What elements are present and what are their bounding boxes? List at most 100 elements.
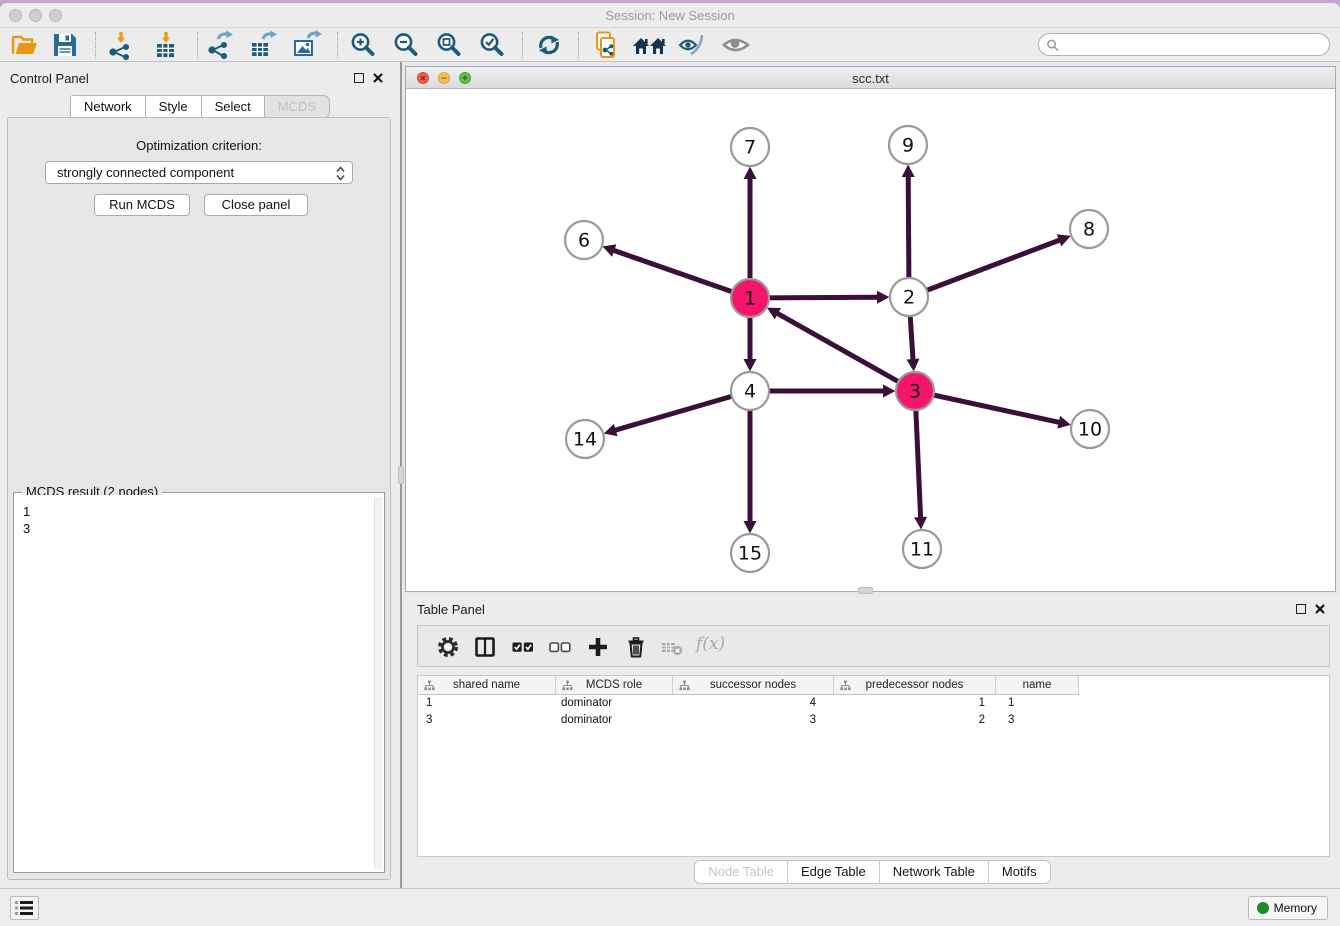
column-header-predecessor-nodes[interactable]: predecessor nodes (834, 676, 996, 695)
table-row[interactable]: 1 dominator 4 1 1 (418, 695, 1329, 712)
network-view-window: scc.txt 7968124314101511 (405, 66, 1336, 592)
cell-shared-name[interactable]: 3 (418, 712, 556, 729)
search-input[interactable] (1063, 35, 1321, 54)
control-panel: Control Panel NetworkStyleSelectMCDS Opt… (0, 62, 402, 888)
network-canvas[interactable]: 7968124314101511 (406, 89, 1335, 592)
column-header-name[interactable]: name (996, 676, 1079, 695)
run-mcds-button[interactable]: Run MCDS (94, 194, 190, 216)
edge-arrowhead (744, 521, 757, 534)
add-row-icon[interactable] (586, 635, 610, 659)
edge-2-8[interactable] (909, 240, 1061, 297)
edge-arrowhead (902, 164, 915, 177)
graph-node-label: 15 (738, 543, 762, 565)
vertical-splitter-handle[interactable] (398, 466, 404, 484)
tab-node-table[interactable]: Node Table (695, 861, 787, 883)
show-columns-icon[interactable] (473, 635, 497, 659)
task-history-button[interactable] (10, 896, 39, 920)
cell-successor-nodes[interactable]: 4 (673, 695, 834, 712)
select-all-checkboxes-icon[interactable] (511, 635, 535, 659)
refresh-view-icon[interactable] (534, 30, 564, 60)
cell-successor-nodes[interactable]: 3 (673, 712, 834, 729)
cell-mcds-role[interactable]: dominator (556, 712, 673, 729)
export-table-icon[interactable] (248, 30, 278, 60)
column-header-mcds-role[interactable]: MCDS role (556, 676, 673, 695)
zoom-selected-icon[interactable] (477, 30, 507, 60)
home-layout-icon[interactable] (632, 30, 668, 60)
tab-motifs[interactable]: Motifs (988, 861, 1050, 883)
mcds-result-group: MCDS result (2 nodes) 1 3 (13, 492, 385, 873)
column-header-shared-name[interactable]: shared name (418, 676, 556, 695)
float-panel-icon[interactable] (354, 73, 364, 83)
optimization-criterion-select[interactable]: strongly connected component (45, 161, 353, 184)
cell-name[interactable]: 3 (996, 712, 1079, 729)
select-stepper-icon (336, 165, 345, 182)
delete-rows-trash-icon[interactable] (624, 635, 648, 659)
duplicate-network-icon[interactable] (591, 30, 621, 60)
result-scrollbar[interactable] (374, 497, 382, 869)
optimization-criterion-value: strongly connected component (57, 165, 234, 180)
column-header-successor-nodes[interactable]: successor nodes (673, 676, 834, 695)
main-titlebar: Session: New Session (0, 3, 1340, 28)
network-view-title: scc.txt (406, 71, 1335, 86)
tab-edge-table[interactable]: Edge Table (787, 861, 879, 883)
zoom-out-icon[interactable] (391, 30, 421, 60)
tab-network[interactable]: Network (70, 95, 145, 119)
edge-arrowhead (883, 385, 896, 398)
edge-3-10[interactable] (915, 391, 1061, 423)
graph-node-label: 4 (744, 381, 756, 403)
save-session-icon[interactable] (50, 30, 80, 60)
tab-select[interactable]: Select (201, 95, 264, 119)
toolbar-separator (578, 32, 579, 58)
import-table-icon[interactable] (151, 30, 181, 60)
horizontal-splitter-handle[interactable] (858, 587, 873, 594)
edge-3-1[interactable] (776, 313, 915, 391)
export-image-icon[interactable] (292, 30, 322, 60)
tree-icon (679, 680, 690, 691)
toolbar-separator (337, 32, 338, 58)
open-session-icon[interactable] (9, 30, 39, 60)
toolbar-separator (197, 32, 198, 58)
tab-network-table[interactable]: Network Table (879, 861, 988, 883)
column-label: successor nodes (710, 679, 796, 691)
cell-name[interactable]: 1 (996, 695, 1079, 712)
column-label: MCDS role (586, 679, 642, 691)
close-panel-icon[interactable] (372, 72, 384, 84)
memory-button[interactable]: Memory (1248, 896, 1328, 920)
control-panel-tabs: NetworkStyleSelectMCDS (0, 95, 400, 119)
table-row[interactable]: 3 dominator 3 2 3 (418, 712, 1329, 729)
edge-arrowhead (1057, 416, 1071, 429)
toggle-views-icon[interactable] (677, 30, 707, 60)
mcds-result-line: 1 (23, 503, 376, 520)
table-panel: Table Panel (405, 596, 1340, 888)
close-panel-button[interactable]: Close panel (204, 194, 308, 216)
graph-node-label: 9 (902, 135, 914, 157)
search-field[interactable] (1038, 33, 1330, 56)
optimization-criterion-label: Optimization criterion: (8, 138, 390, 153)
network-window-titlebar[interactable]: scc.txt (406, 67, 1335, 89)
clear-all-checkboxes-icon[interactable] (548, 635, 572, 659)
edge-1-6[interactable] (612, 250, 750, 298)
tab-style[interactable]: Style (145, 95, 201, 119)
edge-4-14[interactable] (614, 391, 750, 431)
memory-status-icon (1257, 902, 1269, 914)
search-icon (1046, 38, 1059, 52)
export-network-icon[interactable] (205, 30, 235, 60)
tab-mcds[interactable]: MCDS (264, 95, 330, 119)
cell-shared-name[interactable]: 1 (418, 695, 556, 712)
cell-predecessor-nodes[interactable]: 2 (834, 712, 996, 729)
zoom-in-icon[interactable] (348, 30, 378, 60)
cell-predecessor-nodes[interactable]: 1 (834, 695, 996, 712)
mcds-result-text[interactable]: 1 3 (16, 495, 382, 870)
tree-icon (424, 680, 435, 691)
cell-mcds-role[interactable]: dominator (556, 695, 673, 712)
graphics-details-icon[interactable] (721, 30, 751, 60)
window-title: Session: New Session (0, 8, 1340, 23)
toolbar-separator (95, 32, 96, 58)
zoom-fit-icon[interactable] (434, 30, 464, 60)
edge-arrowhead (604, 424, 618, 436)
close-table-panel-icon[interactable] (1314, 603, 1326, 615)
settings-gear-icon[interactable] (436, 635, 460, 659)
float-table-panel-icon[interactable] (1296, 604, 1306, 614)
import-network-icon[interactable] (105, 30, 135, 60)
status-bar: Memory (0, 888, 1340, 926)
